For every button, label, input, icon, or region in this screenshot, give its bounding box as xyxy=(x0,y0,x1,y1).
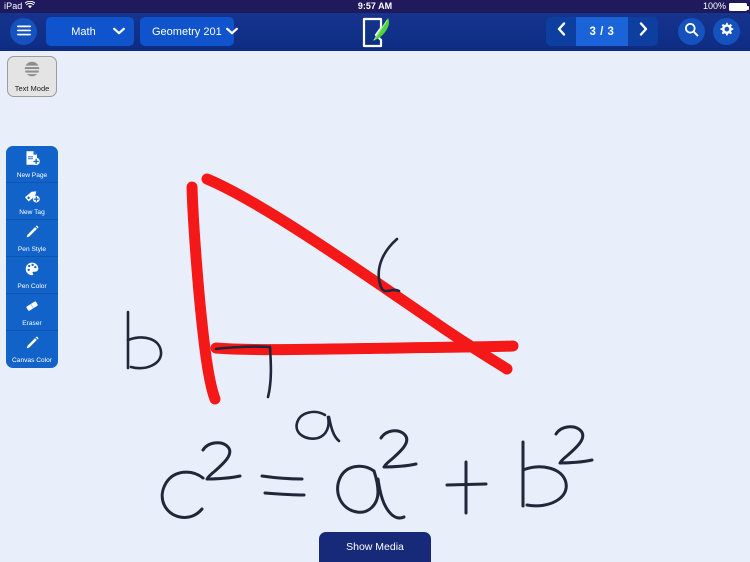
page-counter: 3 / 3 xyxy=(576,17,628,46)
page-navigator: 3 / 3 xyxy=(546,17,658,46)
app-root: iPad 9:57 AM 100% Math Geometry 201 3 / … xyxy=(0,0,750,562)
app-toolbar: Math Geometry 201 3 / 3 xyxy=(0,13,750,51)
subject-dropdown[interactable]: Math xyxy=(46,17,134,46)
next-page-button[interactable] xyxy=(628,17,658,46)
tag-plus-icon xyxy=(24,187,40,208)
tool-pen-color[interactable]: Pen Color xyxy=(6,257,58,294)
color-palette-icon xyxy=(24,261,40,282)
ios-status-bar: iPad 9:57 AM 100% xyxy=(0,0,750,13)
notepad-quill-logo-icon xyxy=(354,15,396,51)
text-mode-label: Text Mode xyxy=(14,84,50,93)
tool-pen-color-label: Pen Color xyxy=(17,282,47,290)
chevron-down-icon xyxy=(113,26,125,38)
subject-dropdown-label: Math xyxy=(71,25,96,38)
chevron-left-icon xyxy=(557,22,566,41)
settings-button[interactable] xyxy=(713,18,740,45)
show-media-label: Show Media xyxy=(346,541,404,553)
text-lines-circle-icon xyxy=(23,60,41,83)
label-side-b xyxy=(126,310,163,370)
equation-handwritten xyxy=(160,425,594,520)
triangle-drawing-red xyxy=(186,173,519,405)
tool-canvas-color-label: Canvas Color xyxy=(12,357,52,364)
text-mode-button[interactable]: Text Mode xyxy=(7,56,57,97)
tool-new-page-label: New Page xyxy=(16,171,48,179)
tool-new-page[interactable]: New Page xyxy=(6,146,58,183)
course-dropdown[interactable]: Geometry 201 xyxy=(140,17,238,46)
drawing-canvas[interactable] xyxy=(0,51,750,562)
hamburger-menu-icon xyxy=(16,23,31,41)
status-bar-right: 100% xyxy=(702,0,749,13)
chevron-down-icon xyxy=(225,26,238,38)
tool-eraser-label: Eraser xyxy=(22,319,42,327)
search-icon xyxy=(684,22,699,42)
tool-new-tag-label: New Tag xyxy=(19,208,45,216)
battery-percent: 100% xyxy=(702,1,726,11)
eraser-icon xyxy=(24,298,40,319)
label-side-a xyxy=(295,410,341,443)
tool-pen-style[interactable]: Pen Style xyxy=(6,220,58,257)
previous-page-button[interactable] xyxy=(546,17,576,46)
course-dropdown-label: Geometry 201 xyxy=(152,25,222,38)
battery-full-icon xyxy=(729,2,749,11)
tool-eraser[interactable]: Eraser xyxy=(6,294,58,331)
status-bar-clock: 9:57 AM xyxy=(357,1,393,11)
tool-new-tag[interactable]: New Tag xyxy=(6,183,58,220)
chevron-right-icon xyxy=(639,22,648,41)
show-media-button[interactable]: Show Media xyxy=(319,532,431,562)
tool-pen-style-label: Pen Style xyxy=(17,245,47,253)
tool-canvas-color[interactable]: Canvas Color xyxy=(6,331,58,368)
menu-button[interactable] xyxy=(10,18,37,45)
gear-icon xyxy=(719,22,734,42)
search-button[interactable] xyxy=(678,18,705,45)
pen-icon xyxy=(24,224,40,245)
brush-icon xyxy=(24,335,40,356)
tool-palette: New Page New Tag Pen Style Pen Color Era… xyxy=(6,146,58,368)
page-plus-icon xyxy=(24,150,40,171)
